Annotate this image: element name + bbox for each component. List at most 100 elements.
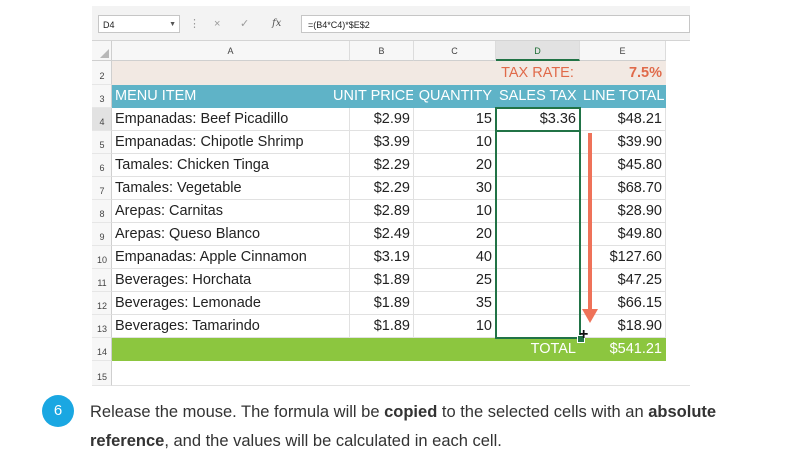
header-text: QUANTITY [418,88,492,104]
cell-line-total[interactable]: $68.70 [580,177,666,200]
header-sales-tax[interactable]: SALES TAX [496,85,580,108]
cell-line-total[interactable]: $45.80 [580,154,666,177]
row-number: 12 [96,301,107,311]
row-header-14[interactable]: 14 [92,338,112,361]
cell-quantity[interactable]: 25 [414,269,496,292]
chevron-down-icon[interactable]: ▼ [169,16,176,34]
cell-sales-tax[interactable] [496,292,580,315]
row-header-11[interactable]: 11 [92,269,112,292]
row-header-12[interactable]: 12 [92,292,112,315]
cell-sales-tax[interactable] [496,200,580,223]
name-box[interactable]: D4 ▼ [98,15,180,33]
cell-line-total[interactable]: $39.90 [580,131,666,154]
cell-unit-price[interactable]: $3.19 [350,246,414,269]
cell-unit-price[interactable]: $1.89 [350,269,414,292]
cell-line-total[interactable]: $47.25 [580,269,666,292]
cell-menu-item[interactable]: Empanadas: Chipotle Shrimp [112,131,350,154]
cell-sales-tax[interactable] [496,269,580,292]
cell-line-total[interactable]: $28.90 [580,200,666,223]
cell-menu-item[interactable]: Arepas: Carnitas [112,200,350,223]
cell-quantity[interactable]: 40 [414,246,496,269]
column-header-c[interactable]: C [414,41,496,61]
row-header-7[interactable]: 7 [92,177,112,200]
cell-unit-price[interactable]: $3.99 [350,131,414,154]
tax-row-blank[interactable] [112,61,496,85]
cell-text: Tamales: Vegetable [115,180,242,196]
cell-menu-item[interactable]: Empanadas: Apple Cinnamon [112,246,350,269]
cell-unit-price[interactable]: $2.99 [350,108,414,131]
select-all-corner[interactable] [92,41,112,61]
enter-icon[interactable]: ✓ [240,15,249,33]
cell-text: Arepas: Queso Blanco [115,226,261,242]
cell-sales-tax[interactable] [496,131,580,154]
row-number: 5 [99,140,105,150]
cell-sales-tax[interactable] [496,315,580,338]
row-header-2[interactable]: 2 [92,61,112,85]
header-line-total[interactable]: LINE TOTAL [580,85,666,108]
cell-sales-tax[interactable] [496,246,580,269]
cell-menu-item[interactable]: Beverages: Tamarindo [112,315,350,338]
cell-text: $2.29 [373,180,410,196]
tax-rate-label[interactable]: TAX RATE: [496,61,580,85]
header-quantity[interactable]: QUANTITY [414,85,496,108]
cell-unit-price[interactable]: $1.89 [350,292,414,315]
cell-line-total[interactable]: $48.21 [580,108,666,131]
cell-line-total[interactable]: $127.60 [580,246,666,269]
cell-unit-price[interactable]: $2.49 [350,223,414,246]
cell-text: $3.19 [373,249,410,265]
column-header-d[interactable]: D [496,41,580,61]
cell-unit-price[interactable]: $2.29 [350,177,414,200]
cell-sales-tax[interactable]: $3.36 [496,108,580,131]
tax-rate-value[interactable]: 7.5% [580,61,666,85]
row-header-13[interactable]: 13 [92,315,112,338]
cell-quantity[interactable]: 30 [414,177,496,200]
row-header-8[interactable]: 8 [92,200,112,223]
cell-line-total[interactable]: $49.80 [580,223,666,246]
row-header-15[interactable]: 15 [92,361,112,386]
total-label[interactable]: TOTAL [496,338,580,361]
column-header-b[interactable]: B [350,41,414,61]
total-value[interactable]: $541.21 [580,338,666,361]
cell-sales-tax[interactable] [496,154,580,177]
row-number: 14 [96,347,107,357]
row-header-5[interactable]: 5 [92,131,112,154]
cell-sales-tax[interactable] [496,223,580,246]
row-header-6[interactable]: 6 [92,154,112,177]
cell-unit-price[interactable]: $1.89 [350,315,414,338]
total-row-blank[interactable] [112,338,496,361]
cell-menu-item[interactable]: Empanadas: Beef Picadillo [112,108,350,131]
cell-unit-price[interactable]: $2.89 [350,200,414,223]
empty-row[interactable] [112,361,690,386]
row-header-3[interactable]: 3 [92,85,112,108]
cell-quantity[interactable]: 20 [414,223,496,246]
cell-menu-item[interactable]: Beverages: Lemonade [112,292,350,315]
row-header-4[interactable]: 4 [92,108,112,131]
cell-menu-item[interactable]: Tamales: Chicken Tinga [112,154,350,177]
cell-quantity[interactable]: 35 [414,292,496,315]
cell-sales-tax[interactable] [496,177,580,200]
cell-menu-item[interactable]: Beverages: Horchata [112,269,350,292]
cell-text: 10 [475,318,492,334]
insert-function-icon[interactable]: fx [272,15,281,33]
cell-text: Beverages: Tamarindo [115,318,260,334]
header-menu-item[interactable]: MENU ITEM [112,85,350,108]
header-unit-price[interactable]: UNIT PRICE [330,85,414,108]
column-header-a[interactable]: A [112,41,350,61]
cell-menu-item[interactable]: Tamales: Vegetable [112,177,350,200]
cancel-icon[interactable]: × [214,15,220,33]
cell-quantity[interactable]: 10 [414,131,496,154]
cell-quantity[interactable]: 15 [414,108,496,131]
cell-text: 10 [475,203,492,219]
more-options-icon[interactable]: ⋮ [189,15,200,33]
caption-text-3: , and the values will be calculated in e… [164,432,502,450]
excel-window: D4 ▼ ⋮ × ✓ fx =(B4*C4)*$E$2 A B C D E 2 … [92,6,690,386]
formula-input[interactable]: =(B4*C4)*$E$2 [301,15,690,33]
column-header-e[interactable]: E [580,41,666,61]
cell-unit-price[interactable]: $2.29 [350,154,414,177]
row-header-9[interactable]: 9 [92,223,112,246]
cell-quantity[interactable]: 10 [414,315,496,338]
row-header-10[interactable]: 10 [92,246,112,269]
cell-menu-item[interactable]: Arepas: Queso Blanco [112,223,350,246]
cell-quantity[interactable]: 10 [414,200,496,223]
cell-quantity[interactable]: 20 [414,154,496,177]
